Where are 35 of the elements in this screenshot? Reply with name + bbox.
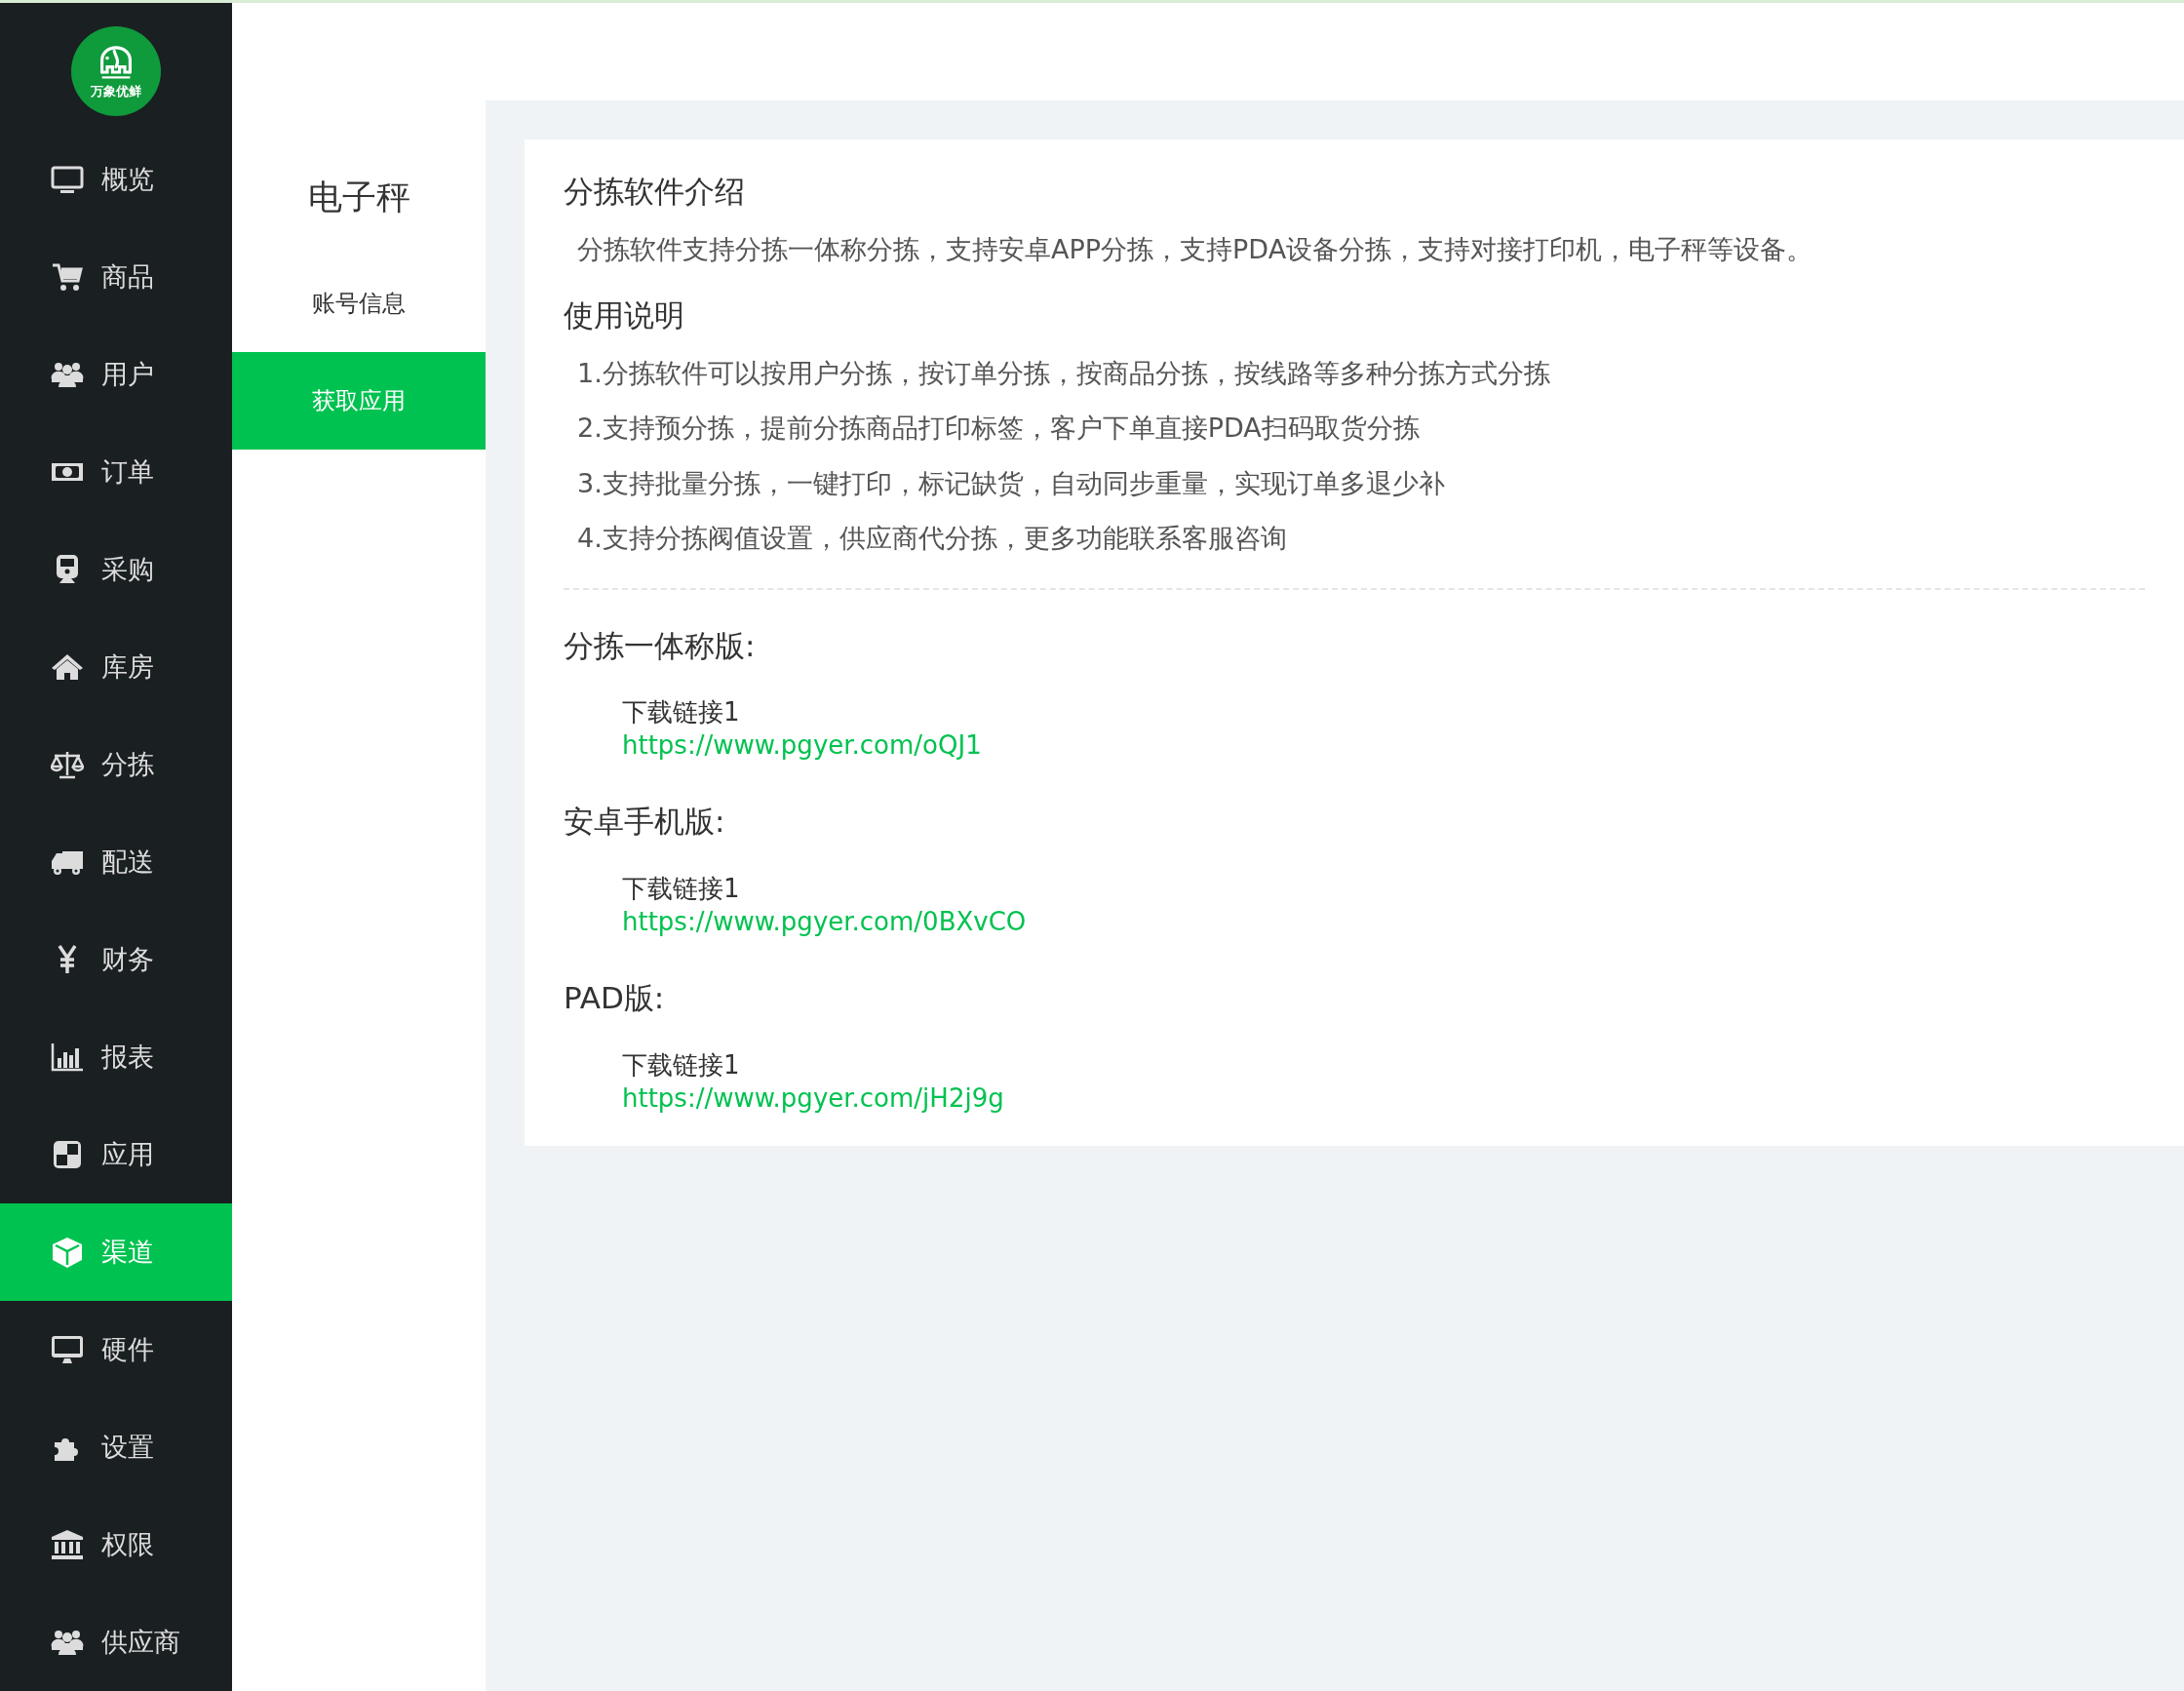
download-heading: 分拣一体称版:	[564, 626, 757, 665]
download-label: 下载链接1	[622, 872, 741, 905]
usage-item: 4.支持分拣阀值设置，供应商代分拣，更多功能联系客服咨询	[577, 522, 1288, 555]
nav-item[interactable]: 订单	[0, 423, 232, 521]
intro-text: 分拣软件支持分拣一体称分拣，支持安卓APP分拣，支持PDA设备分拣，支持对接打印机，电子秤等设备。	[577, 232, 1814, 266]
nav-item[interactable]: 配送	[0, 813, 232, 911]
nav-item[interactable]: 分拣	[0, 716, 232, 813]
bank-icon	[51, 1528, 84, 1561]
nav-item[interactable]: 采购	[0, 521, 232, 618]
nav-item[interactable]: 库房	[0, 618, 232, 716]
logo-text: 万象优鲜	[91, 84, 141, 99]
nav-item[interactable]: 权限	[0, 1496, 232, 1593]
usage-item: 1.分拣软件可以按用户分拣，按订单分拣，按商品分拣，按线路等多种分拣方式分拣	[577, 356, 1551, 390]
nav-item[interactable]: 设置	[0, 1398, 232, 1496]
nav-item[interactable]: 报表	[0, 1008, 232, 1106]
usage-item: 2.支持预分拣，提前分拣商品打印标签，客户下单直接PDA扫码取货分拣	[577, 412, 1421, 445]
nav-item[interactable]: 用户	[0, 326, 232, 423]
nav-item[interactable]: 供应商	[0, 1593, 232, 1691]
download-heading: PAD版:	[564, 979, 666, 1018]
sub-nav-title: 电子秤	[306, 176, 411, 218]
section-heading: 分拣软件介绍	[564, 173, 746, 211]
download-heading: 安卓手机版:	[564, 803, 726, 842]
download-label: 下载链接1	[622, 695, 741, 728]
cube-icon	[51, 1236, 84, 1269]
section-heading: 使用说明	[564, 296, 685, 334]
usage-item: 3.支持批量分拣，一键打印，标记缺货，自动同步重量，实现订单多退少补	[577, 466, 1446, 500]
nav-item[interactable]: 硬件	[0, 1301, 232, 1398]
nav-item[interactable]: 概览	[0, 131, 232, 228]
monitor-icon	[51, 1333, 84, 1366]
nav-item[interactable]: 商品	[0, 228, 232, 326]
grid-icon	[51, 1138, 84, 1171]
nav-item[interactable]: 财务	[0, 911, 232, 1008]
bar-chart-icon	[51, 1041, 84, 1074]
nav-item[interactable]: 应用	[0, 1106, 232, 1203]
download-label: 下载链接1	[622, 1048, 741, 1081]
